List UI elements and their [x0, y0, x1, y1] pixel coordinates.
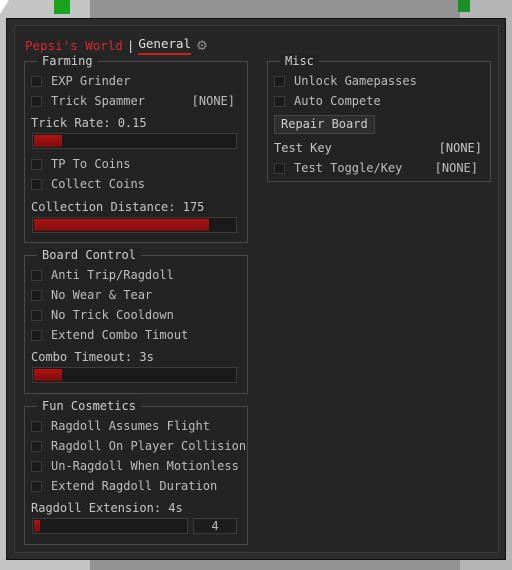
gear-icon[interactable]: ⚙ [197, 37, 213, 53]
ragdoll-extension-input[interactable]: 4 [193, 518, 237, 534]
unragdoll-motionless-toggle[interactable]: Un-Ragdoll When Motionless [31, 457, 239, 475]
collect-coins-label: Collect Coins [51, 177, 145, 191]
tab-general[interactable]: General [138, 36, 192, 55]
combo-timeout-label: Combo Timeout: 3s [31, 350, 154, 364]
tab-bar: Pepsi's World | General ⚙ [25, 35, 213, 55]
test-toggle-key-label: Test Toggle/Key [294, 161, 403, 175]
anti-trip-toggle[interactable]: Anti Trip/Ragdoll [31, 266, 174, 284]
ragdoll-collision-label: Ragdoll On Player Collision [51, 439, 247, 453]
trick-spammer-toggle[interactable]: Trick Spammer [NONE] [31, 92, 243, 110]
no-wear-label: No Wear & Tear [51, 288, 153, 302]
anti-trip-label: Anti Trip/Ragdoll [51, 268, 174, 282]
test-key-label: Test Key [274, 141, 332, 155]
tp-to-coins-label: TP To Coins [51, 157, 131, 171]
test-toggle-key-toggle[interactable]: Test Toggle/Key [NONE] [274, 159, 486, 177]
board-control-panel: Board Control Anti Trip/Ragdoll No Wear … [24, 248, 248, 394]
mouse-cursor-icon [0, 0, 9, 14]
farming-title: Farming [37, 54, 98, 68]
ragdoll-extension-label: Ragdoll Extension: 4s [31, 501, 183, 515]
checkbox[interactable] [31, 309, 42, 321]
tab-pepsis-world[interactable]: Pepsi's World [25, 38, 123, 53]
unragdoll-motionless-label: Un-Ragdoll When Motionless [51, 459, 239, 473]
collect-coins-toggle[interactable]: Collect Coins [31, 175, 145, 193]
combo-timeout-fill [34, 369, 63, 381]
no-trick-cooldown-label: No Trick Cooldown [51, 308, 174, 322]
trick-rate-fill [34, 135, 63, 147]
checkbox[interactable] [274, 75, 285, 87]
background-green-block [458, 0, 470, 12]
extend-combo-label: Extend Combo Timout [51, 328, 189, 342]
unlock-gamepasses-label: Unlock Gamepasses [294, 74, 417, 88]
checkbox[interactable] [31, 95, 42, 107]
checkbox[interactable] [274, 95, 285, 107]
collection-distance-label: Collection Distance: 175 [31, 200, 205, 214]
extend-ragdoll-toggle[interactable]: Extend Ragdoll Duration [31, 477, 217, 495]
fun-cosmetics-panel: Fun Cosmetics Ragdoll Assumes Flight Rag… [24, 399, 248, 545]
checkbox[interactable] [31, 158, 42, 170]
ragdoll-extension-slider[interactable] [32, 518, 188, 534]
checkbox[interactable] [31, 329, 42, 341]
ragdoll-flight-label: Ragdoll Assumes Flight [51, 419, 210, 433]
misc-panel: Misc Unlock Gamepasses Auto Compete Repa… [267, 54, 491, 182]
exp-grinder-toggle[interactable]: EXP Grinder [31, 72, 130, 90]
checkbox[interactable] [31, 480, 42, 492]
background-green-block [54, 0, 70, 14]
collection-distance-slider[interactable] [32, 217, 237, 233]
ragdoll-flight-toggle[interactable]: Ragdoll Assumes Flight [31, 417, 210, 435]
checkbox[interactable] [31, 440, 42, 452]
trick-rate-slider[interactable] [32, 133, 237, 149]
checkbox[interactable] [31, 289, 42, 301]
extend-ragdoll-label: Extend Ragdoll Duration [51, 479, 218, 493]
no-trick-cooldown-toggle[interactable]: No Trick Cooldown [31, 306, 174, 324]
tab-separator: | [126, 37, 135, 53]
auto-compete-toggle[interactable]: Auto Compete [274, 92, 381, 110]
test-key-keybind[interactable]: [NONE] [439, 141, 482, 155]
tp-to-coins-toggle[interactable]: TP To Coins [31, 155, 130, 173]
ragdoll-collision-toggle[interactable]: Ragdoll On Player Collision [31, 437, 246, 455]
checkbox[interactable] [31, 460, 42, 472]
fun-cosmetics-title: Fun Cosmetics [37, 399, 141, 413]
checkbox[interactable] [31, 420, 42, 432]
trick-spammer-label: Trick Spammer [51, 94, 145, 108]
checkbox[interactable] [31, 269, 42, 281]
checkbox[interactable] [31, 178, 42, 190]
exp-grinder-label: EXP Grinder [51, 74, 131, 88]
cheat-menu-window: Pepsi's World | General ⚙ Farming EXP Gr… [6, 18, 506, 560]
farming-panel: Farming EXP Grinder Trick Spammer [NONE]… [24, 54, 248, 243]
checkbox[interactable] [31, 75, 42, 87]
no-wear-toggle[interactable]: No Wear & Tear [31, 286, 152, 304]
collection-distance-fill [34, 219, 209, 231]
repair-board-button[interactable]: Repair Board [274, 115, 375, 134]
misc-title: Misc [280, 54, 319, 68]
test-toggle-keybind[interactable]: [NONE] [435, 161, 478, 175]
unlock-gamepasses-toggle[interactable]: Unlock Gamepasses [274, 72, 417, 90]
auto-compete-label: Auto Compete [294, 94, 381, 108]
menu-content: Pepsi's World | General ⚙ Farming EXP Gr… [14, 25, 499, 553]
ragdoll-extension-fill [34, 520, 40, 532]
extend-combo-toggle[interactable]: Extend Combo Timout [31, 326, 188, 344]
trick-spammer-keybind[interactable]: [NONE] [192, 94, 235, 108]
trick-rate-label: Trick Rate: 0.15 [31, 116, 147, 130]
checkbox[interactable] [274, 162, 285, 174]
board-control-title: Board Control [37, 248, 141, 262]
combo-timeout-slider[interactable] [32, 367, 237, 383]
